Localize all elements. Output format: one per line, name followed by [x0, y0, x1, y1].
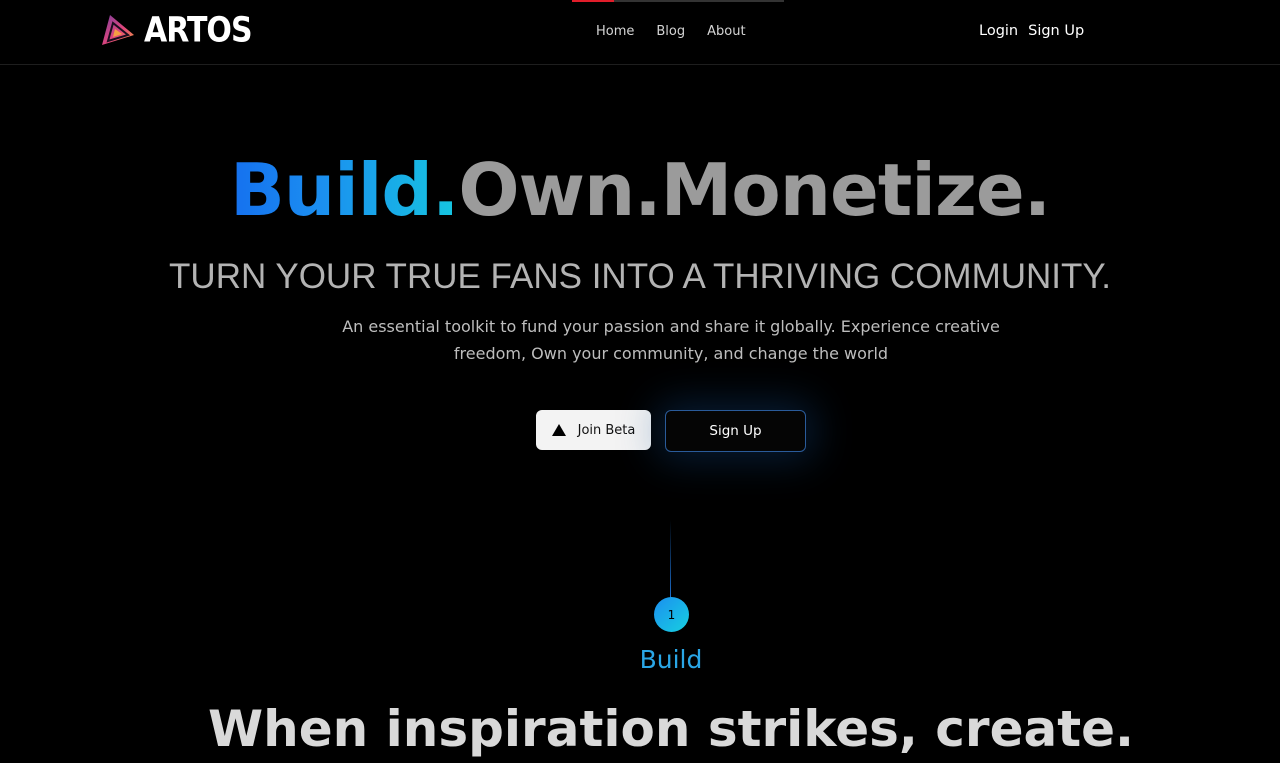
login-link[interactable]: Login — [979, 23, 1018, 39]
hero-signup-label: Sign Up — [709, 423, 762, 439]
hero-signup-button[interactable]: Sign Up — [665, 410, 806, 452]
hero-description: An essential toolkit to fund your passio… — [342, 317, 1000, 363]
top-progress-accent — [572, 0, 784, 2]
step-number-badge: 1 — [654, 597, 689, 632]
signup-link[interactable]: Sign Up — [1028, 23, 1084, 39]
nav-home[interactable]: Home — [596, 24, 634, 39]
site-header: ARTOS Home Blog About Login Sign Up — [0, 0, 1280, 65]
nav-about[interactable]: About — [707, 24, 745, 39]
logo-icon — [102, 15, 134, 45]
step-connector-line — [670, 520, 671, 598]
brand-logo[interactable]: ARTOS — [100, 9, 253, 51]
brand-name: ARTOS — [144, 9, 253, 51]
hero-title: Build.Own.Monetize. — [0, 145, 1280, 235]
hero-title-build: Build. — [229, 148, 459, 232]
auth-links: Login Sign Up — [979, 23, 1094, 39]
join-beta-button[interactable]: Join Beta — [536, 410, 651, 450]
step-number: 1 — [667, 607, 676, 622]
join-beta-label: Join Beta — [577, 422, 636, 438]
step-label: Build — [639, 645, 703, 674]
main-nav: Home Blog About — [596, 24, 768, 39]
nav-blog[interactable]: Blog — [656, 24, 685, 39]
triangle-icon — [551, 424, 566, 436]
hero-subtitle: TURN YOUR TRUE FANS INTO A THRIVING COMM… — [169, 257, 1111, 296]
hero-title-rest: Own.Monetize. — [458, 148, 1051, 232]
top-progress-accent-active — [572, 0, 614, 2]
section-heading: When inspiration strikes, create. — [207, 700, 1135, 758]
